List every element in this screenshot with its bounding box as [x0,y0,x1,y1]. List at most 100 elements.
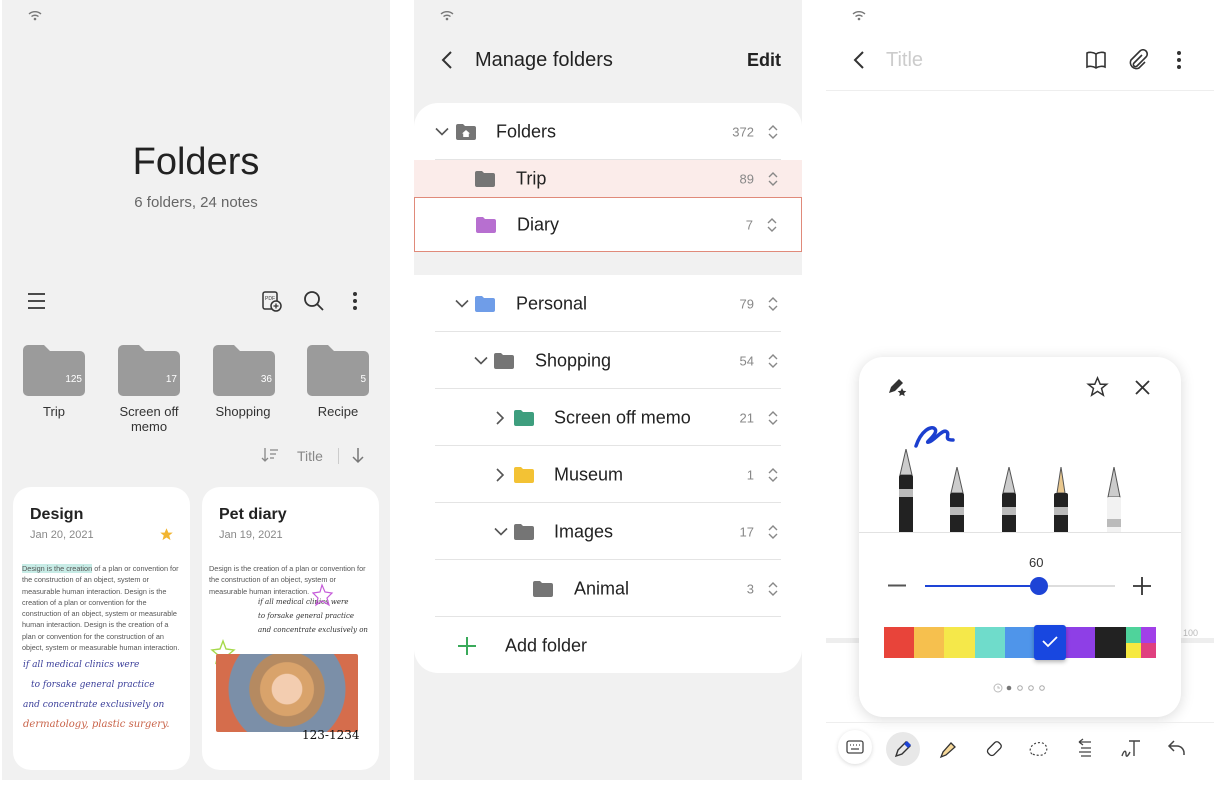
keyboard-button[interactable] [838,730,872,764]
page-dot[interactable] [1006,685,1012,691]
folder-row[interactable]: Shopping 54 [414,332,802,389]
reorder-icon[interactable] [768,296,778,312]
sort-label[interactable]: Title [297,448,323,464]
note-card[interactable]: Pet diary Jan 19, 2021 Design is the cre… [202,487,379,770]
title-input[interactable]: Title [886,49,923,72]
star-outline-icon[interactable] [1086,376,1109,398]
handwriting-to-text-icon[interactable] [1120,738,1142,760]
page-dot[interactable] [1039,685,1045,691]
book-icon[interactable] [1085,50,1107,70]
size-value: 60 [1029,555,1044,570]
folder-name: Folders [496,121,557,141]
folder-icon [476,216,496,233]
folder-row[interactable]: Images 17 [414,503,802,560]
folder-count: 21 [739,410,754,425]
fountain-pen-icon[interactable] [896,449,916,532]
doodle-star-icon [312,583,334,607]
decrease-size-icon[interactable] [888,584,906,587]
folders-screen: Folders 6 folders, 24 notes PDF 125 Trip… [2,0,390,780]
size-slider-thumb[interactable] [1030,577,1048,595]
search-icon[interactable] [303,290,325,312]
folder-name: Screen off memo [119,404,179,434]
more-icon[interactable] [1176,50,1182,70]
attach-icon[interactable] [1127,49,1149,71]
chevron-right-icon[interactable] [496,410,505,425]
reorder-icon[interactable] [768,524,778,540]
handwriting-line: to forsake general practice [31,680,155,690]
plus-icon [458,636,476,655]
pencil-icon[interactable] [1051,467,1071,532]
color-swatch[interactable] [914,627,945,658]
add-folder-button[interactable]: Add folder [414,617,802,674]
lasso-icon[interactable] [1028,739,1050,759]
handwriting-line: if all medical clinics were [23,660,140,670]
chevron-down-icon[interactable] [455,299,469,308]
folder-icon [533,580,553,597]
chevron-down-icon[interactable] [435,127,449,136]
text-align-icon[interactable] [1075,738,1095,760]
child-photo[interactable] [216,654,358,732]
color-swatch[interactable] [1095,627,1126,658]
folder-row[interactable]: Personal 79 [414,275,802,332]
note-title: Pet diary [219,506,287,523]
size-slider-fill [925,585,1039,587]
color-swatch-selected[interactable] [1034,625,1067,660]
custom-color-button[interactable] [1125,627,1156,658]
color-swatch[interactable] [1004,627,1035,658]
star-icon[interactable] [159,527,174,542]
home-folder-icon [456,123,476,140]
sort-direction-icon[interactable] [351,447,365,464]
reorder-icon[interactable] [768,410,778,426]
note-card[interactable]: Design Jan 20, 2021 Design is the creati… [13,487,190,770]
menu-icon[interactable] [27,292,47,310]
edit-button[interactable]: Edit [747,50,781,71]
page-dot[interactable] [1028,685,1034,691]
folder-row[interactable]: Trip 89 [414,160,802,197]
chevron-right-icon[interactable] [496,467,505,482]
handwriting-line: to forsake general practice [258,612,355,620]
folder-name: Personal [516,293,588,313]
color-swatch[interactable] [1065,627,1096,658]
folder-icon [213,345,275,396]
size-slider[interactable] [925,577,1115,595]
increase-size-icon[interactable] [1133,577,1151,595]
color-swatch[interactable] [884,627,915,658]
folder-row[interactable]: Screen off memo 21 [414,389,802,446]
folder-count: 7 [745,217,753,232]
calligraphy-pen-icon[interactable] [947,467,967,532]
screen-title: Manage folders [475,49,613,71]
reorder-icon[interactable] [768,171,778,187]
folder-count: 5 [360,374,366,385]
sort-icon[interactable] [261,447,279,463]
folder-row[interactable]: Animal 3 [414,560,802,617]
chevron-down-icon[interactable] [474,356,488,365]
highlighter-icon[interactable] [938,739,958,759]
chevron-down-icon[interactable] [494,527,508,536]
pen-favorite-settings-icon[interactable] [886,377,908,397]
folder-icon [475,295,495,312]
color-swatch[interactable] [944,627,975,658]
brush-icon[interactable] [1104,467,1124,532]
back-icon[interactable] [441,50,453,70]
folder-row[interactable]: Folders 372 [414,103,802,160]
reorder-icon[interactable] [768,124,778,140]
reorder-icon[interactable] [768,467,778,483]
reorder-icon[interactable] [768,581,778,597]
folder-icon [494,352,514,369]
more-icon[interactable] [352,291,358,311]
note-text: of a plan or convention for the construc… [22,564,180,653]
page-dot[interactable] [1017,685,1023,691]
pdf-add-icon[interactable]: PDF [261,290,283,312]
folder-row[interactable]: Diary 7 [414,197,802,252]
color-swatch[interactable] [974,627,1005,658]
eraser-icon[interactable] [984,739,1004,759]
reorder-icon[interactable] [767,217,777,233]
folder-row[interactable]: Museum 1 [414,446,802,503]
pen-tool-button[interactable] [886,732,920,766]
undo-icon[interactable] [1167,739,1187,757]
folder-icon [307,345,369,396]
reorder-icon[interactable] [768,353,778,369]
close-icon[interactable] [1134,379,1151,396]
back-icon[interactable] [853,50,865,70]
pen-icon[interactable] [999,467,1019,532]
